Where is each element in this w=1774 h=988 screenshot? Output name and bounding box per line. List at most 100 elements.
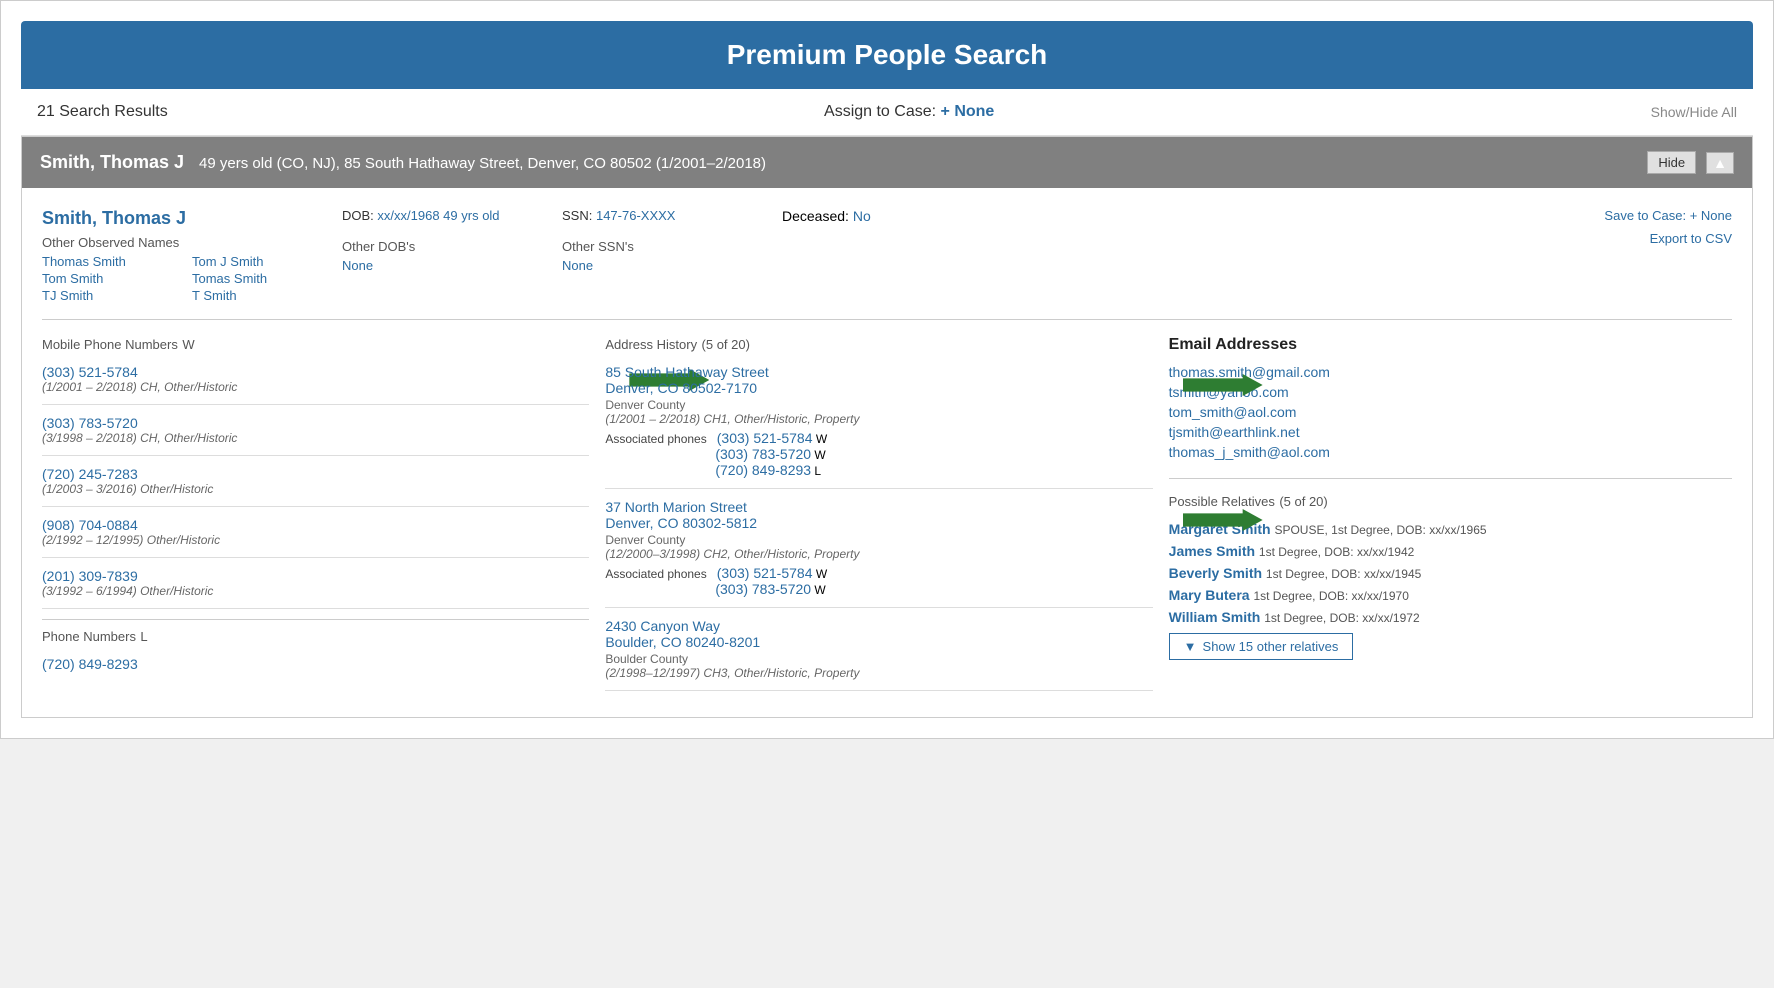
address-details-3: (2/1998–12/1997) CH3, Other/Historic, Pr… xyxy=(605,666,1152,680)
phone-details-3: (1/2003 – 3/2016) Other/Historic xyxy=(42,482,589,496)
other-name-thomas-smith[interactable]: Thomas Smith xyxy=(42,254,172,269)
other-name-tom-j-smith[interactable]: Tom J Smith xyxy=(192,254,322,269)
other-dobs-label: Other DOB's xyxy=(342,239,542,254)
assign-to-case: Assign to Case: + None xyxy=(168,103,1651,121)
phone-item-5: (201) 309-7839 (3/1992 – 6/1994) Other/H… xyxy=(42,568,589,609)
hide-button[interactable]: Hide xyxy=(1647,151,1696,174)
phone-number-1[interactable]: (303) 521-5784 xyxy=(42,364,589,380)
phone-number-4[interactable]: (908) 704-0884 xyxy=(42,517,589,533)
phone-number-3[interactable]: (720) 245-7283 xyxy=(42,466,589,482)
relative-detail-2: 1st Degree, DOB: xx/xx/1942 xyxy=(1259,545,1414,559)
email-link-4[interactable]: tjsmith@earthlink.net xyxy=(1169,424,1300,440)
address-item-3: 2430 Canyon WayBoulder, CO 80240-8201 Bo… xyxy=(605,618,1152,691)
show-hide-all-button[interactable]: Show/Hide All xyxy=(1651,104,1737,120)
phone-numbers-title: Phone Numbers L xyxy=(42,628,589,646)
show-more-arrow-icon: ▼ xyxy=(1184,639,1197,654)
mobile-phones-title: Mobile Phone Numbers W xyxy=(42,336,589,354)
address-title-text: Address History xyxy=(605,337,697,352)
ssn-value[interactable]: 147-76-XXXX xyxy=(596,208,676,223)
collapse-icon[interactable]: ▲ xyxy=(1706,152,1734,174)
phone-number-5[interactable]: (201) 309-7839 xyxy=(42,568,589,584)
result-header-name: Smith, Thomas J xyxy=(40,152,184,172)
relative-detail-1: SPOUSE, 1st Degree, DOB: xx/xx/1965 xyxy=(1274,523,1486,537)
arrow-address-1 xyxy=(1183,374,1263,396)
assoc-phone-1a[interactable]: (303) 521-5784 xyxy=(717,430,813,446)
address-title: Address History (5 of 20) xyxy=(605,336,1152,354)
dob-label: DOB: xx/xx/1968 49 yrs old xyxy=(342,208,542,223)
mobile-phones-badge: W xyxy=(182,337,194,352)
other-name-tomas-smith[interactable]: Tomas Smith xyxy=(192,271,322,286)
page-title: Premium People Search xyxy=(727,39,1048,70)
result-header-actions: Hide ▲ xyxy=(1647,151,1734,174)
phone-number-land-1[interactable]: (720) 849-8293 xyxy=(42,656,589,672)
other-name-t-smith[interactable]: T Smith xyxy=(192,288,322,303)
ssn-text: SSN: xyxy=(562,208,592,223)
relative-name-3[interactable]: Beverly Smith xyxy=(1169,565,1262,581)
result-header-title: Smith, Thomas J 49 yers old (CO, NJ), 85… xyxy=(40,152,766,173)
assoc-phones-label-1: Associated phones xyxy=(605,432,713,446)
deceased-section: Deceased: No xyxy=(782,208,932,303)
assoc-phones-2: Associated phones (303) 521-5784 W (303)… xyxy=(605,565,1152,597)
address-link-1[interactable]: 85 South Hathaway StreetDenver, CO 80502… xyxy=(605,364,768,396)
relative-item-5: William Smith 1st Degree, DOB: xx/xx/197… xyxy=(1169,609,1732,625)
assoc-phone-1b[interactable]: (303) 783-5720 xyxy=(715,446,811,462)
phone-details-5: (3/1992 – 6/1994) Other/Historic xyxy=(42,584,589,598)
relative-name-4[interactable]: Mary Butera xyxy=(1169,587,1250,603)
top-info-row: Smith, Thomas J Other Observed Names Tho… xyxy=(42,208,1732,320)
address-count: (5 of 20) xyxy=(702,337,750,352)
relative-name-5[interactable]: William Smith xyxy=(1169,609,1261,625)
relative-detail-4: 1st Degree, DOB: xx/xx/1970 xyxy=(1253,589,1408,603)
phone-number-2[interactable]: (303) 783-5720 xyxy=(42,415,589,431)
email-item-3: tom_smith@aol.com xyxy=(1169,404,1732,420)
relatives-title-text: Possible Relatives xyxy=(1169,494,1275,509)
relative-item-2: James Smith 1st Degree, DOB: xx/xx/1942 xyxy=(1169,543,1732,559)
export-csv-link[interactable]: Export to CSV xyxy=(952,231,1732,246)
relative-detail-3: 1st Degree, DOB: xx/xx/1945 xyxy=(1266,567,1421,581)
assign-case-link[interactable]: None xyxy=(954,103,994,120)
relative-detail-5: 1st Degree, DOB: xx/xx/1972 xyxy=(1264,611,1419,625)
page-header: Premium People Search xyxy=(21,21,1753,89)
save-to-case-link[interactable]: Save to Case: + None xyxy=(952,208,1732,223)
address-item-2: 37 North Marion StreetDenver, CO 80302-5… xyxy=(605,499,1152,608)
relative-name-2[interactable]: James Smith xyxy=(1169,543,1255,559)
other-name-tom-smith-1[interactable]: Tom Smith xyxy=(42,271,172,286)
phone-details-2: (3/1998 – 2/2018) CH, Other/Historic xyxy=(42,431,589,445)
ssn-label: SSN: 147-76-XXXX xyxy=(562,208,762,223)
result-header-details: 49 yers old (CO, NJ), 85 South Hathaway … xyxy=(199,155,766,172)
phone-details-4: (2/1992 – 12/1995) Other/Historic xyxy=(42,533,589,547)
assoc-phone-2b[interactable]: (303) 783-5720 xyxy=(715,581,811,597)
address-details-1: (1/2001 – 2/2018) CH1, Other/Historic, P… xyxy=(605,412,1152,426)
show-more-relatives-button[interactable]: ▼ Show 15 other relatives xyxy=(1169,633,1354,660)
relative-item-3: Beverly Smith 1st Degree, DOB: xx/xx/194… xyxy=(1169,565,1732,581)
mobile-phones-title-text: Mobile Phone Numbers xyxy=(42,337,178,352)
address-link-2[interactable]: 37 North Marion StreetDenver, CO 80302-5… xyxy=(605,499,757,531)
address-link-3[interactable]: 2430 Canyon WayBoulder, CO 80240-8201 xyxy=(605,618,760,650)
ssn-section: SSN: 147-76-XXXX Other SSN's None xyxy=(562,208,762,303)
address-column: Address History (5 of 20) 85 South Hatha… xyxy=(605,336,1168,701)
dob-value[interactable]: xx/xx/1968 49 yrs old xyxy=(377,208,499,223)
phone-item-3: (720) 245-7283 (1/2003 – 3/2016) Other/H… xyxy=(42,466,589,507)
address-county-2: Denver County xyxy=(605,533,1152,547)
assoc-phone-2a[interactable]: (303) 521-5784 xyxy=(717,565,813,581)
other-ssns-label: Other SSN's xyxy=(562,239,762,254)
phone-details-1: (1/2001 – 2/2018) CH, Other/Historic xyxy=(42,380,589,394)
main-content: Smith, Thomas J Other Observed Names Tho… xyxy=(22,188,1752,717)
relative-item-4: Mary Butera 1st Degree, DOB: xx/xx/1970 xyxy=(1169,587,1732,603)
deceased-value[interactable]: No xyxy=(853,208,871,224)
arrow-address-2 xyxy=(1183,509,1263,531)
email-item-5: thomas_j_smith@aol.com xyxy=(1169,444,1732,460)
email-item-4: tjsmith@earthlink.net xyxy=(1169,424,1732,440)
assign-plus[interactable]: + xyxy=(941,103,950,120)
other-name-tj-smith[interactable]: TJ Smith xyxy=(42,288,172,303)
dob-text: DOB: xyxy=(342,208,374,223)
phone-item-4: (908) 704-0884 (2/1992 – 12/1995) Other/… xyxy=(42,517,589,558)
phone-numbers-title-text: Phone Numbers xyxy=(42,629,136,644)
phone-item-1: (303) 521-5784 (1/2001 – 2/2018) CH, Oth… xyxy=(42,364,589,405)
assign-label: Assign to Case: xyxy=(824,103,936,120)
toolbar: 21 Search Results Assign to Case: + None… xyxy=(21,89,1753,136)
green-arrow-icon-2 xyxy=(1183,374,1263,396)
email-link-3[interactable]: tom_smith@aol.com xyxy=(1169,404,1297,420)
assoc-phone-1c[interactable]: (720) 849-8293 xyxy=(715,462,811,478)
email-link-5[interactable]: thomas_j_smith@aol.com xyxy=(1169,444,1330,460)
assoc-phones-label-2: Associated phones xyxy=(605,567,713,581)
